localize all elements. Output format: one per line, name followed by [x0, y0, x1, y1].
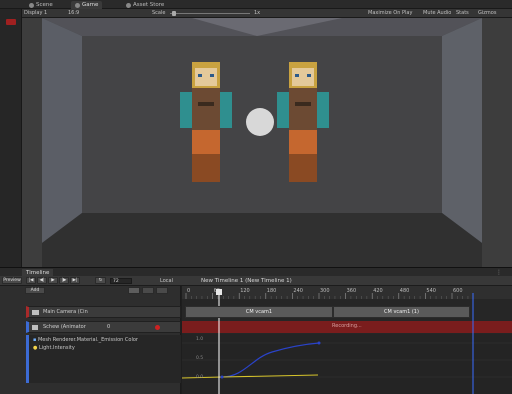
playhead-handle: [216, 289, 222, 295]
ruler-tick-label: 300: [320, 288, 330, 294]
next-frame-button[interactable]: |▶: [59, 277, 69, 284]
tab-scene-label: Scene: [36, 2, 53, 8]
game-scene-render: [22, 18, 512, 267]
ruler-tick-label: 480: [400, 288, 410, 294]
game-toolbar: Display 1 16:9 Scale 1x Maximize On Play…: [22, 9, 512, 18]
game-icon: [75, 2, 80, 8]
curve-label-bottom: 0.0: [196, 375, 204, 380]
clip-cm-vcam1-1[interactable]: CM vcam1 (1): [333, 306, 470, 318]
animator-track-icon: [32, 325, 38, 330]
timeline-clip-area[interactable]: 060120180240300360420480540600 CM vcam1 …: [182, 286, 512, 394]
curve-label-top: 1.0: [196, 337, 204, 342]
aspect-dropdown[interactable]: 16:9: [68, 9, 79, 18]
scale-slider-handle[interactable]: [172, 11, 176, 16]
ruler-tick-label: 0: [187, 288, 190, 294]
tab-asset-store-label: Asset Store: [133, 2, 165, 8]
local-toggle[interactable]: Local: [160, 277, 173, 285]
go-to-start-button[interactable]: |◀: [26, 277, 36, 284]
play-button[interactable]: ▶: [48, 277, 58, 284]
track-schew-animator[interactable]: Schew (Animator 0: [26, 321, 181, 333]
preview-button[interactable]: Preview: [2, 277, 22, 284]
snap-icon[interactable]: [142, 287, 154, 294]
game-viewport[interactable]: [22, 18, 512, 267]
sub-track-light-label: Light.Intensity: [38, 345, 75, 351]
sub-track-emission[interactable]: ▪ Mesh Renderer.Material._Emission Color: [33, 337, 138, 343]
tab-game[interactable]: Game: [71, 1, 103, 9]
ruler-tick-label: 600: [453, 288, 463, 294]
ruler-tick-label: 180: [267, 288, 277, 294]
tab-scene[interactable]: Scene: [25, 1, 57, 9]
timeline-toolbar: Preview |◀ ◀| ▶ |▶ ▶| ↻ 72 Local New Tim…: [0, 276, 512, 286]
edit-mode-icon[interactable]: [128, 287, 140, 294]
sub-track-emission-label: Mesh Renderer.Material._Emission Color: [37, 337, 138, 343]
ruler-tick-label: 120: [240, 288, 250, 294]
track-main-camera[interactable]: Main Camera (Cin: [26, 306, 181, 318]
scale-slider-track[interactable]: [170, 13, 250, 14]
keyframe-start: [220, 375, 224, 379]
curves-track-list: ▪ Mesh Renderer.Material._Emission Color…: [26, 335, 181, 383]
tab-game-label: Game: [82, 2, 99, 8]
editor-tab-bar: Scene Game Asset Store: [0, 0, 512, 9]
mute-audio-button[interactable]: Mute Audio: [423, 9, 451, 18]
ripple-icon[interactable]: [156, 287, 168, 294]
ruler-tick-label: 420: [373, 288, 383, 294]
scene-icon: [29, 2, 34, 8]
track-schew-label: Schew (Animator: [43, 324, 86, 330]
go-to-end-button[interactable]: ▶|: [70, 277, 80, 284]
track-list-panel: Add Main Camera (Cin Schew (Animator 0 ▪…: [0, 286, 181, 394]
frame-field[interactable]: 72: [110, 278, 132, 284]
add-track-button[interactable]: Add: [25, 287, 45, 294]
scale-value: 1x: [254, 10, 261, 16]
stats-button[interactable]: Stats: [456, 9, 469, 18]
recording-label: Recording...: [332, 323, 362, 329]
timeline-tab-bar: Timeline ⋮: [0, 267, 512, 277]
curve-label-mid: 0.5: [196, 356, 204, 361]
keyframe-end: [317, 341, 321, 345]
sub-track-light-intensity[interactable]: ● Light.Intensity: [33, 345, 75, 351]
record-indicator-icon: [6, 19, 16, 25]
clip-cm-vcam1[interactable]: CM vcam1: [185, 306, 333, 318]
left-panel-strip: [0, 9, 22, 267]
ruler-tick-label: 360: [347, 288, 357, 294]
timeline-breadcrumb[interactable]: New Timeline 1 (New Timeline 1): [201, 277, 292, 285]
timeline-ruler-and-curves: 060120180240300360420480540600: [182, 286, 512, 394]
scale-label: Scale: [152, 10, 166, 16]
display-dropdown[interactable]: Display 1: [24, 9, 47, 18]
track-schew-value: 0: [107, 324, 111, 330]
ruler-tick-label: 540: [426, 288, 436, 294]
loop-button[interactable]: ↻: [95, 277, 106, 284]
tab-asset-store[interactable]: Asset Store: [122, 1, 168, 9]
camera-track-icon: [32, 310, 39, 315]
gizmos-dropdown[interactable]: Gizmos: [478, 9, 496, 18]
menu-icon[interactable]: ⋮: [496, 269, 502, 276]
record-button-icon[interactable]: [155, 325, 160, 330]
track-main-camera-label: Main Camera (Cin: [43, 309, 88, 315]
asset-store-icon: [126, 2, 131, 8]
previous-frame-button[interactable]: ◀|: [37, 277, 47, 284]
maximize-on-play-button[interactable]: Maximize On Play: [368, 9, 412, 18]
ruler-tick-label: 240: [293, 288, 303, 294]
